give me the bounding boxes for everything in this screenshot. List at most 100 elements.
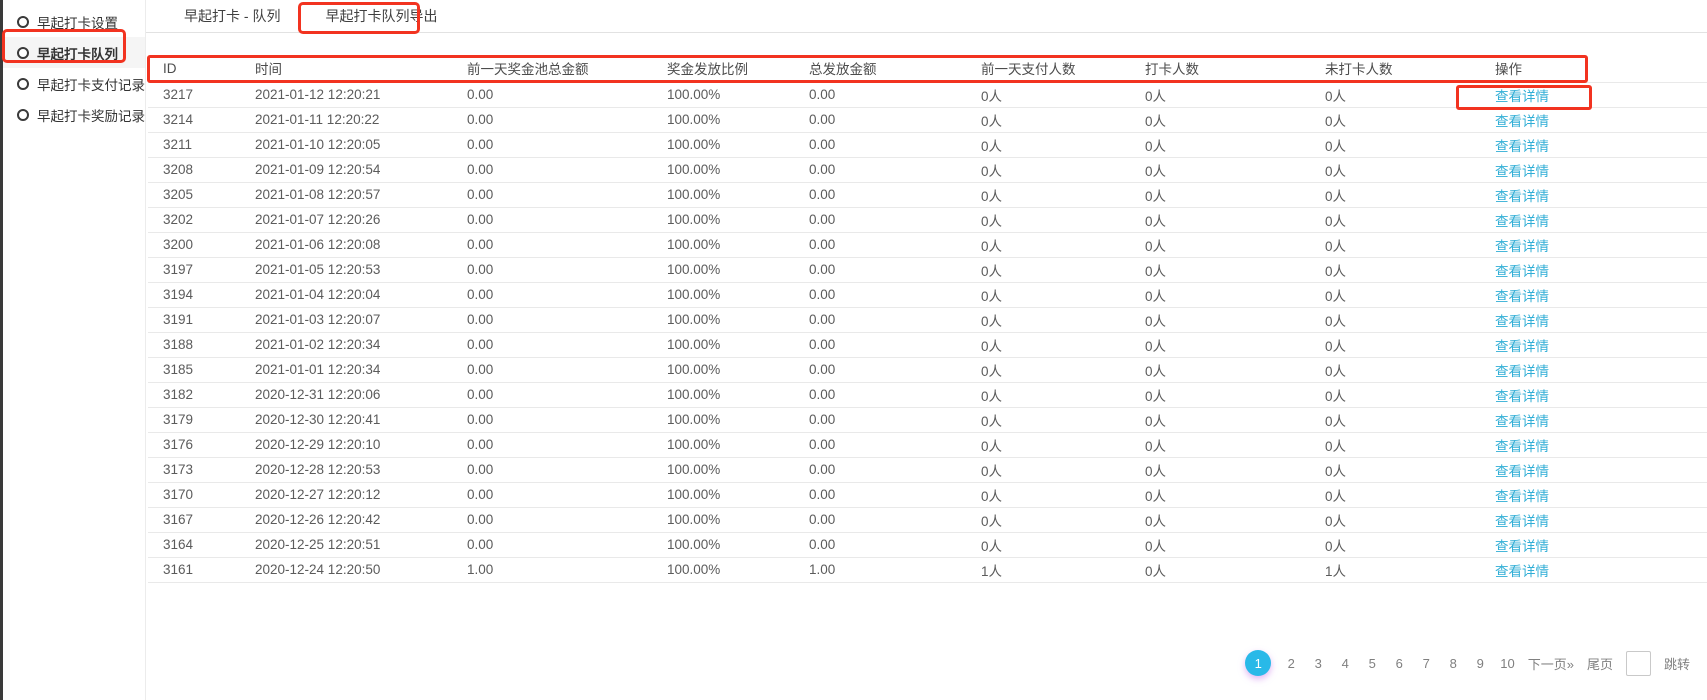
page-button-10[interactable]: 10 <box>1500 656 1514 671</box>
page-button-8[interactable]: 8 <box>1446 656 1460 671</box>
view-details-link[interactable]: 查看详情 <box>1495 114 1549 129</box>
table-cell: 0.00 <box>452 357 652 382</box>
view-details-link[interactable]: 查看详情 <box>1495 514 1549 529</box>
action-cell: 查看详情 <box>1480 107 1707 132</box>
table-cell: 100.00% <box>652 307 794 332</box>
tab-bar: 早起打卡 - 队列 早起打卡队列导出 <box>146 0 1707 33</box>
table-row: 32022021-01-07 12:20:260.00100.00%0.000人… <box>148 207 1707 232</box>
table-row: 31672020-12-26 12:20:420.00100.00%0.000人… <box>148 507 1707 532</box>
table-cell: 0.00 <box>452 532 652 557</box>
table-cell: 0人 <box>966 532 1130 557</box>
action-cell: 查看详情 <box>1480 157 1707 182</box>
table-cell: 0人 <box>1310 207 1480 232</box>
table-cell: 0.00 <box>452 457 652 482</box>
table-cell: 0.00 <box>452 307 652 332</box>
page-button-6[interactable]: 6 <box>1392 656 1406 671</box>
view-details-link[interactable]: 查看详情 <box>1495 139 1549 154</box>
table-cell: 0人 <box>966 482 1130 507</box>
action-cell: 查看详情 <box>1480 182 1707 207</box>
page-button-9[interactable]: 9 <box>1473 656 1487 671</box>
sidebar-item-1[interactable]: 早起打卡队列 <box>3 37 145 68</box>
action-cell: 查看详情 <box>1480 482 1707 507</box>
sidebar-item-label: 早起打卡支付记录 <box>37 74 145 94</box>
tab-queue-export[interactable]: 早起打卡队列导出 <box>325 6 437 26</box>
table-cell: 0人 <box>1130 457 1310 482</box>
table-cell: 0.00 <box>794 457 966 482</box>
view-details-link[interactable]: 查看详情 <box>1495 414 1549 429</box>
page-button-7[interactable]: 7 <box>1419 656 1433 671</box>
table-cell: 3188 <box>148 332 240 357</box>
table-cell: 0.00 <box>794 382 966 407</box>
table-cell: 0人 <box>1310 107 1480 132</box>
table-cell: 2021-01-06 12:20:08 <box>240 232 452 257</box>
table-row: 31642020-12-25 12:20:510.00100.00%0.000人… <box>148 532 1707 557</box>
radio-circle-icon <box>17 16 29 28</box>
table-cell: 2020-12-29 12:20:10 <box>240 432 452 457</box>
table-cell: 0.00 <box>794 107 966 132</box>
table-cell: 0人 <box>1310 432 1480 457</box>
table-cell: 3182 <box>148 382 240 407</box>
table-cell: 0.00 <box>794 207 966 232</box>
view-details-link[interactable]: 查看详情 <box>1495 489 1549 504</box>
table-cell: 0.00 <box>452 257 652 282</box>
action-cell: 查看详情 <box>1480 82 1707 107</box>
view-details-link[interactable]: 查看详情 <box>1495 314 1549 329</box>
pagination: 1 23456789 10 下一页» 尾页 跳转 <box>1245 648 1690 678</box>
view-details-link[interactable]: 查看详情 <box>1495 439 1549 454</box>
view-details-link[interactable]: 查看详情 <box>1495 539 1549 554</box>
action-cell: 查看详情 <box>1480 332 1707 357</box>
table-cell: 100.00% <box>652 157 794 182</box>
radio-circle-icon <box>17 47 29 59</box>
page-button-5[interactable]: 5 <box>1365 656 1379 671</box>
action-cell: 查看详情 <box>1480 282 1707 307</box>
view-details-link[interactable]: 查看详情 <box>1495 214 1549 229</box>
table-cell: 0人 <box>966 457 1130 482</box>
table-cell: 0人 <box>1310 132 1480 157</box>
tab-queue[interactable]: 早起打卡 - 队列 <box>184 6 280 26</box>
sidebar-item-2[interactable]: 早起打卡支付记录 <box>3 68 145 99</box>
view-details-link[interactable]: 查看详情 <box>1495 164 1549 179</box>
view-details-link[interactable]: 查看详情 <box>1495 564 1549 579</box>
page-button-4[interactable]: 4 <box>1338 656 1352 671</box>
table-cell: 0人 <box>1310 332 1480 357</box>
next-page-button[interactable]: 下一页» <box>1528 654 1574 673</box>
view-details-link[interactable]: 查看详情 <box>1495 339 1549 354</box>
view-details-link[interactable]: 查看详情 <box>1495 364 1549 379</box>
table-cell: 0.00 <box>794 232 966 257</box>
table-cell: 0人 <box>1130 257 1310 282</box>
table-cell: 0人 <box>1130 232 1310 257</box>
table-cell: 0.00 <box>794 432 966 457</box>
table-cell: 0.00 <box>452 157 652 182</box>
last-page-button[interactable]: 尾页 <box>1587 654 1613 673</box>
table-cell: 100.00% <box>652 82 794 107</box>
table-cell: 100.00% <box>652 282 794 307</box>
jump-page-input[interactable] <box>1626 651 1651 676</box>
view-details-link[interactable]: 查看详情 <box>1495 189 1549 204</box>
radio-circle-icon <box>17 78 29 90</box>
table-cell: 0.00 <box>452 507 652 532</box>
jump-button[interactable]: 跳转 <box>1664 654 1690 673</box>
sidebar-item-3[interactable]: 早起打卡奖励记录 <box>3 99 145 130</box>
page-button-3[interactable]: 3 <box>1311 656 1325 671</box>
view-details-link[interactable]: 查看详情 <box>1495 289 1549 304</box>
table-cell: 0人 <box>966 307 1130 332</box>
table-cell: 0人 <box>1130 282 1310 307</box>
table-cell: 0.00 <box>452 432 652 457</box>
table-cell: 100.00% <box>652 182 794 207</box>
view-details-link[interactable]: 查看详情 <box>1495 264 1549 279</box>
sidebar-item-0[interactable]: 早起打卡设置 <box>3 6 145 37</box>
table-cell: 0人 <box>966 282 1130 307</box>
table-row: 31762020-12-29 12:20:100.00100.00%0.000人… <box>148 432 1707 457</box>
table-cell: 3191 <box>148 307 240 332</box>
table-cell: 0.00 <box>452 132 652 157</box>
view-details-link[interactable]: 查看详情 <box>1495 89 1549 104</box>
page-button-2[interactable]: 2 <box>1284 656 1298 671</box>
action-cell: 查看详情 <box>1480 207 1707 232</box>
view-details-link[interactable]: 查看详情 <box>1495 239 1549 254</box>
page-button-current[interactable]: 1 <box>1245 650 1271 676</box>
view-details-link[interactable]: 查看详情 <box>1495 389 1549 404</box>
table-row: 31792020-12-30 12:20:410.00100.00%0.000人… <box>148 407 1707 432</box>
table-cell: 3205 <box>148 182 240 207</box>
main-content: 早起打卡 - 队列 早起打卡队列导出 ID时间前一天奖金池总金额奖金发放比例总发… <box>146 0 1707 700</box>
view-details-link[interactable]: 查看详情 <box>1495 464 1549 479</box>
